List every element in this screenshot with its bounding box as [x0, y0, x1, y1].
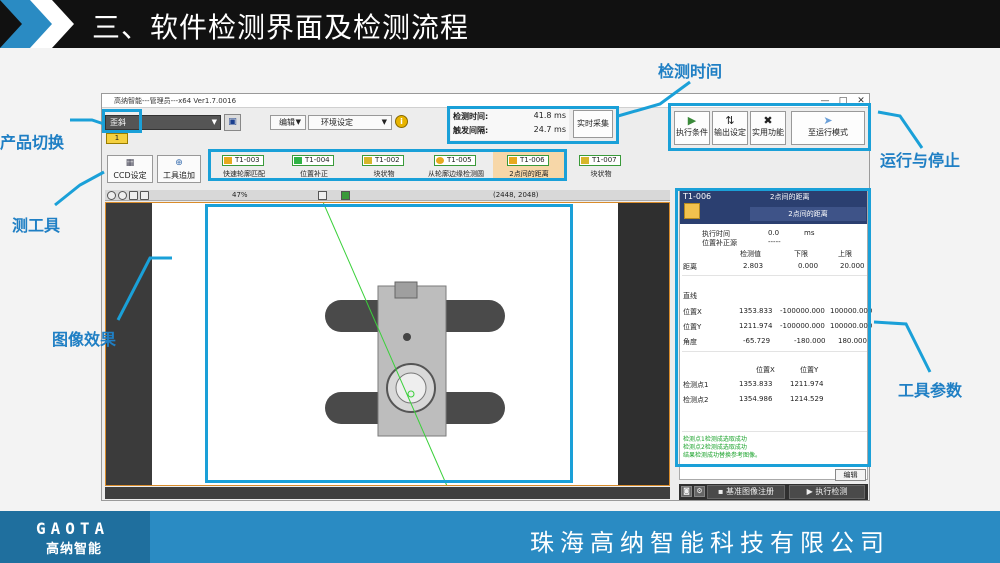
gear-icon[interactable]: ⚙ [694, 486, 705, 497]
annotation-tool-params: 工具参数 [898, 381, 963, 400]
edit-menu[interactable]: 编辑 ▼ [270, 115, 306, 130]
add-tool-label: 工具追加 [163, 171, 195, 180]
tool-name: 块状物 [590, 170, 612, 178]
save-icon[interactable]: ▣ [224, 114, 241, 131]
register-base-image-button[interactable]: ▪ 基准图像注册 [707, 485, 785, 499]
camera-icon: ▦ [125, 158, 135, 168]
execute-detection-label: 执行检测 [815, 487, 848, 496]
tool-id: T1-007 [592, 156, 617, 164]
title-chevron-icon [0, 0, 74, 48]
chevron-down-icon: ▼ [211, 118, 217, 126]
status-strip [105, 487, 670, 499]
param-highlight [675, 188, 871, 467]
zoom-out-icon[interactable] [118, 191, 127, 200]
grid-icon[interactable] [318, 191, 327, 200]
product-tab[interactable]: 1 [106, 133, 128, 144]
image-toolbar: 47% (2448, 2048) [105, 190, 670, 201]
camera-icon[interactable]: ◙ [681, 486, 692, 497]
help-icon[interactable]: i [395, 115, 408, 128]
company-logo-subtitle: 高纳智能 [46, 542, 103, 557]
image-coordinates: (2448, 2048) [493, 191, 539, 199]
annotation-run-stop: 运行与停止 [880, 151, 961, 170]
slide-title: 三、软件检测界面及检测流程 [92, 11, 470, 44]
annotation-detect-time: 检测时间 [658, 62, 723, 81]
annotation-detect-tool: 测工具 [12, 216, 61, 235]
execute-detection-button[interactable]: ▶ 执行检测 [789, 485, 865, 499]
blob-icon [581, 157, 589, 164]
product-switch-highlight [102, 109, 142, 133]
register-base-label: 基准图像注册 [725, 487, 774, 496]
edit-menu-label: 编辑 [279, 118, 295, 127]
ccd-setting-button[interactable]: ▦ CCD设定 [107, 155, 153, 183]
company-name: 珠海高纳智能科技有限公司 [530, 529, 890, 557]
param-edit-button[interactable]: 编辑 [835, 469, 866, 481]
company-logo: GAOTA [36, 519, 110, 538]
zoom-level: 47% [232, 191, 248, 199]
chevron-down-icon: ▼ [381, 118, 387, 126]
window-title: 高纳智能---管理员---x64 Ver1.7.0016 [114, 97, 237, 105]
fit-icon[interactable] [129, 191, 138, 200]
bottom-action-bar: ◙ ⚙ ▪ 基准图像注册 ▶ 执行检测 [679, 484, 868, 500]
image-highlight [205, 204, 573, 483]
add-tool-button[interactable]: ⊕ 工具追加 [157, 155, 201, 183]
base-image-icon: ▪ [718, 487, 726, 496]
zoom-in-icon[interactable] [107, 191, 116, 200]
timing-highlight [447, 106, 619, 144]
env-menu[interactable]: 环境设定 ▼ [308, 115, 392, 130]
tool-list-highlight [208, 149, 567, 181]
plus-icon: ⊕ [175, 158, 183, 168]
annotation-image-effect: 图像效果 [52, 330, 117, 349]
color-icon[interactable] [341, 191, 350, 200]
env-menu-label: 环境设定 [321, 118, 353, 127]
ccd-setting-label: CCD设定 [113, 171, 147, 180]
chevron-down-icon: ▼ [295, 118, 301, 126]
tool-item[interactable]: T1-007 块状物 [565, 152, 637, 179]
run-controls-highlight [668, 103, 871, 151]
annotation-product-switch: 产品切换 [0, 133, 65, 152]
actual-size-icon[interactable] [140, 191, 149, 200]
